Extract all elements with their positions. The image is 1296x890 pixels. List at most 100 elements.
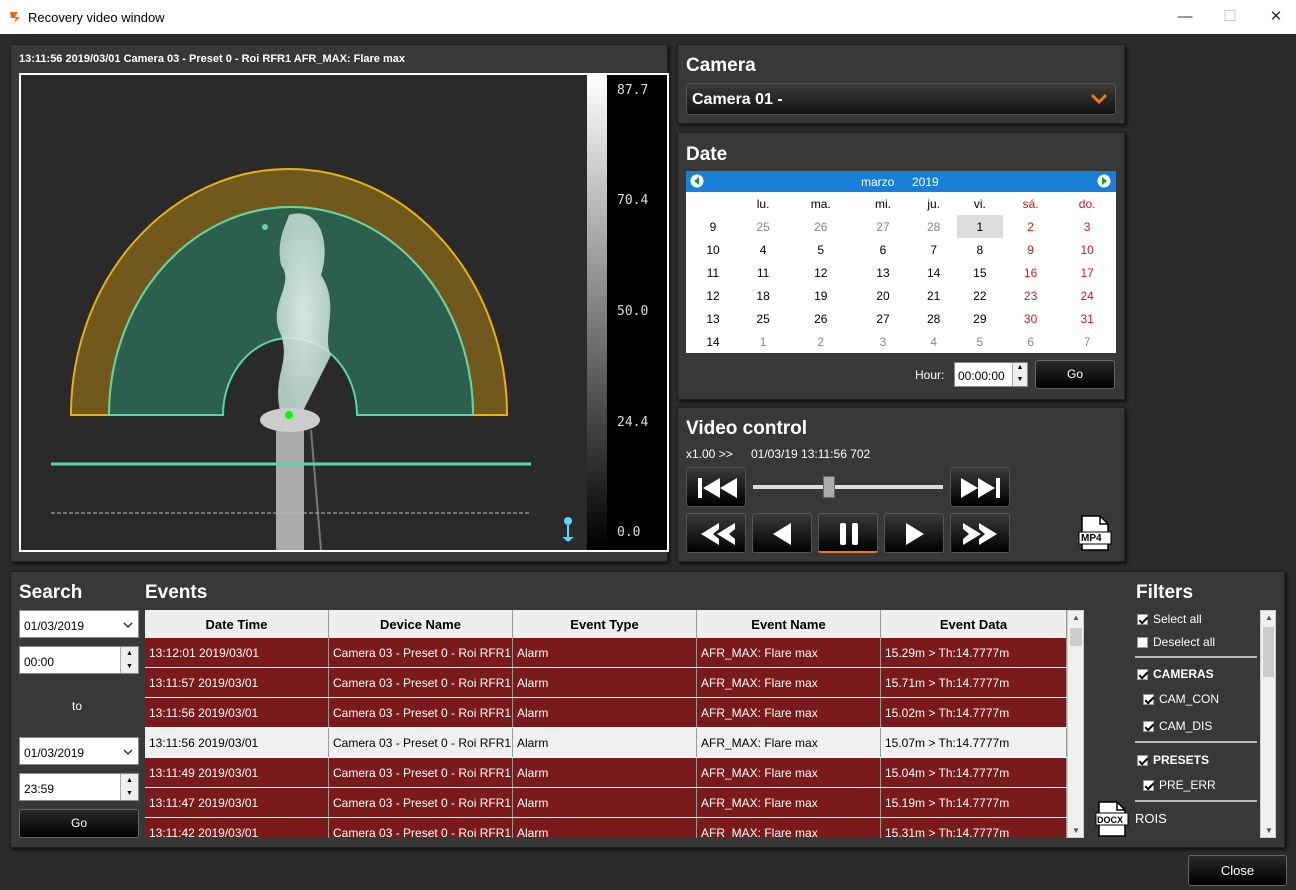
column-header[interactable]: Device Name: [329, 610, 513, 638]
prev-month-icon[interactable]: [690, 174, 704, 188]
table-row[interactable]: 13:11:56 2019/03/01 Camera 03 - Preset 0 …: [145, 728, 1067, 758]
calendar-day[interactable]: 5: [957, 330, 1003, 353]
close-window-button[interactable]: ✕: [1261, 6, 1291, 28]
step-back-button[interactable]: [752, 513, 812, 553]
calendar-day[interactable]: 16: [1003, 261, 1058, 284]
export-mp4-button[interactable]: MP4: [1078, 514, 1112, 552]
from-time-input[interactable]: 00:00 ▲ ▼: [19, 646, 139, 674]
calendar-day[interactable]: 3: [1058, 215, 1116, 238]
select-all-checkbox[interactable]: Select all: [1137, 612, 1202, 626]
pre-err-checkbox[interactable]: PRE_ERR: [1143, 778, 1216, 792]
from-time-up-icon[interactable]: ▲: [120, 647, 138, 660]
slider-thumb[interactable]: [823, 476, 835, 498]
calendar-day[interactable]: 1: [740, 330, 786, 353]
calendar-day[interactable]: 17: [1058, 261, 1116, 284]
table-row[interactable]: 13:11:49 2019/03/01 Camera 03 - Preset 0 …: [145, 758, 1067, 788]
calendar-day[interactable]: 28: [911, 215, 957, 238]
calendar-day[interactable]: 5: [786, 238, 855, 261]
calendar-day[interactable]: 11: [740, 261, 786, 284]
calendar-day[interactable]: 14: [911, 261, 957, 284]
calendar-day[interactable]: 2: [786, 330, 855, 353]
calendar-day[interactable]: 20: [855, 284, 910, 307]
maximize-button[interactable]: ☐: [1215, 6, 1245, 28]
column-header[interactable]: Event Name: [697, 610, 881, 638]
calendar-day[interactable]: 24: [1058, 284, 1116, 307]
calendar-day[interactable]: 9: [1003, 238, 1058, 261]
calendar-day[interactable]: 18: [740, 284, 786, 307]
skip-to-start-button[interactable]: [686, 467, 746, 507]
column-header[interactable]: Event Type: [513, 610, 697, 638]
calendar-day[interactable]: 19: [786, 284, 855, 307]
events-scrollbar[interactable]: ▲ ▼: [1067, 610, 1084, 838]
skip-to-end-button[interactable]: [950, 467, 1010, 507]
calendar-day[interactable]: 25: [740, 307, 786, 330]
calendar-day[interactable]: 25: [740, 215, 786, 238]
rois-label[interactable]: ROIS: [1135, 811, 1167, 826]
calendar-day[interactable]: 28: [911, 307, 957, 330]
calendar-day[interactable]: 6: [855, 238, 910, 261]
calendar-day[interactable]: 27: [855, 215, 910, 238]
table-row[interactable]: 13:11:57 2019/03/01 Camera 03 - Preset 0 …: [145, 668, 1067, 698]
hour-input[interactable]: 00:00:00 ▲ ▼: [954, 362, 1028, 387]
pause-button[interactable]: [818, 513, 878, 553]
scroll-thumb[interactable]: [1070, 628, 1082, 646]
table-row[interactable]: 13:11:42 2019/03/01 Camera 03 - Preset 0 …: [145, 818, 1067, 838]
minimize-button[interactable]: —: [1170, 6, 1200, 28]
cam-dis-checkbox[interactable]: CAM_DIS: [1143, 719, 1212, 733]
calendar-day[interactable]: 13: [855, 261, 910, 284]
calendar-day[interactable]: 7: [911, 238, 957, 261]
export-docx-button[interactable]: DOCX: [1095, 800, 1129, 838]
calendar-day[interactable]: 30: [1003, 307, 1058, 330]
calendar-day[interactable]: 4: [911, 330, 957, 353]
scroll-up-icon[interactable]: ▲: [1265, 613, 1273, 622]
cameras-checkbox[interactable]: CAMERAS: [1137, 667, 1214, 681]
calendar-day[interactable]: 10: [1058, 238, 1116, 261]
calendar-day[interactable]: 7: [1058, 330, 1116, 353]
presets-checkbox[interactable]: PRESETS: [1137, 753, 1209, 767]
calendar-day[interactable]: 15: [957, 261, 1003, 284]
calendar-year[interactable]: 2019: [912, 175, 939, 189]
scroll-down-icon[interactable]: ▼: [1265, 826, 1273, 835]
table-row[interactable]: 13:11:56 2019/03/01 Camera 03 - Preset 0 …: [145, 698, 1067, 728]
calendar-day[interactable]: 4: [740, 238, 786, 261]
calendar-day[interactable]: 8: [957, 238, 1003, 261]
column-header[interactable]: Date Time: [145, 610, 329, 638]
camera-dropdown[interactable]: Camera 01 -: [686, 83, 1116, 115]
calendar-day[interactable]: 6: [1003, 330, 1058, 353]
calendar-month[interactable]: marzo: [861, 175, 894, 189]
from-date-picker[interactable]: 01/03/2019: [19, 610, 139, 638]
video-frame[interactable]: 87.7 70.4 50.0 24.4 0.0: [19, 73, 669, 552]
column-header[interactable]: Event Data: [881, 610, 1067, 638]
next-month-icon[interactable]: [1097, 174, 1111, 188]
filters-scrollbar[interactable]: ▲ ▼: [1260, 610, 1276, 838]
calendar-day[interactable]: 21: [911, 284, 957, 307]
calendar-day[interactable]: 31: [1058, 307, 1116, 330]
scroll-thumb[interactable]: [1263, 627, 1274, 677]
close-button[interactable]: Close: [1188, 855, 1287, 886]
calendar-day[interactable]: 29: [957, 307, 1003, 330]
fast-forward-button[interactable]: [950, 513, 1010, 553]
to-time-down-icon[interactable]: ▼: [120, 787, 138, 800]
calendar-day[interactable]: 12: [786, 261, 855, 284]
calendar-day[interactable]: 3: [855, 330, 910, 353]
to-time-up-icon[interactable]: ▲: [120, 774, 138, 787]
table-row[interactable]: 13:12:01 2019/03/01 Camera 03 - Preset 0 …: [145, 638, 1067, 668]
calendar-day[interactable]: 26: [786, 215, 855, 238]
cam-con-checkbox[interactable]: CAM_CON: [1143, 692, 1219, 706]
playback-slider[interactable]: [753, 476, 943, 498]
hour-down-icon[interactable]: ▼: [1012, 374, 1027, 386]
deselect-all-checkbox[interactable]: Deselect all: [1137, 635, 1215, 649]
calendar-day[interactable]: 2: [1003, 215, 1058, 238]
rewind-button[interactable]: [686, 513, 746, 553]
to-time-input[interactable]: 23:59 ▲ ▼: [19, 773, 139, 801]
table-row[interactable]: 13:11:47 2019/03/01 Camera 03 - Preset 0 …: [145, 788, 1067, 818]
calendar-day[interactable]: 23: [1003, 284, 1058, 307]
from-time-down-icon[interactable]: ▼: [120, 660, 138, 673]
scroll-down-icon[interactable]: ▼: [1072, 826, 1080, 835]
to-date-picker[interactable]: 01/03/2019: [19, 737, 139, 765]
search-go-button[interactable]: Go: [19, 809, 139, 838]
calendar-day[interactable]: 22: [957, 284, 1003, 307]
date-go-button[interactable]: Go: [1035, 360, 1115, 389]
play-button[interactable]: [884, 513, 944, 553]
hour-up-icon[interactable]: ▲: [1012, 363, 1027, 375]
